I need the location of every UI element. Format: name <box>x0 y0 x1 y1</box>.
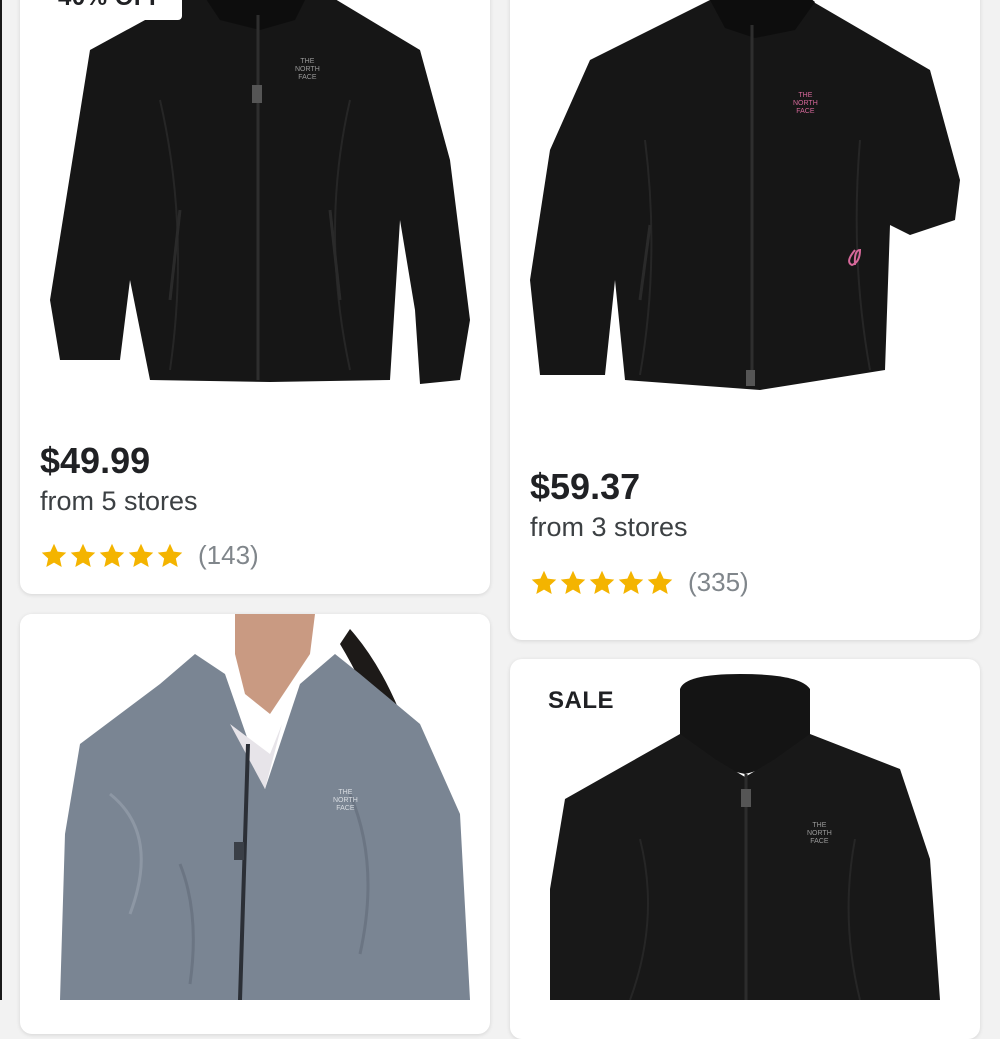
brand-logo: THE NORTH FACE <box>333 789 358 813</box>
star-icon <box>589 570 615 594</box>
rating: (143) <box>40 540 259 571</box>
logo-line: THE <box>798 92 813 99</box>
star-icon <box>560 570 586 594</box>
star-icon <box>618 570 644 594</box>
product-card-3[interactable]: THE NORTH FACE <box>20 614 490 1034</box>
star-rating <box>530 569 674 597</box>
logo-line: FACE <box>810 838 829 845</box>
brand-logo: THE NORTH FACE <box>295 58 320 82</box>
logo-line: NORTH <box>793 100 818 107</box>
star-icon <box>70 543 96 567</box>
product-image-black-fleece-jacket-pink-logo[interactable] <box>510 0 980 410</box>
logo-line: THE <box>338 789 353 796</box>
store-count: from 5 stores <box>40 486 198 516</box>
discount-badge: 40% OFF <box>40 0 183 20</box>
rating: (335) <box>530 567 749 598</box>
brand-logo: THE NORTH FACE <box>793 92 818 116</box>
product-image-black-fleece-jacket[interactable] <box>20 0 490 400</box>
logo-line: NORTH <box>333 797 358 804</box>
logo-line: THE <box>300 58 315 65</box>
star-icon <box>128 543 154 567</box>
brand-logo: THE NORTH FACE <box>807 822 832 846</box>
star-icon <box>157 543 183 567</box>
logo-line: FACE <box>796 108 815 115</box>
product-card-2[interactable]: THE NORTH FACE $59.37 from 3 stores (335… <box>510 0 980 640</box>
logo-line: FACE <box>298 74 317 81</box>
sale-badge: SALE <box>530 679 633 723</box>
review-count: (335) <box>688 567 749 597</box>
logo-line: THE <box>812 822 827 829</box>
star-icon <box>647 570 673 594</box>
screen-edge <box>0 0 2 1000</box>
store-count: from 3 stores <box>530 512 688 542</box>
logo-line: NORTH <box>295 66 320 73</box>
product-card-4[interactable]: SALE THE NORTH FACE <box>510 659 980 1039</box>
logo-line: NORTH <box>807 830 832 837</box>
star-icon <box>99 543 125 567</box>
star-icon <box>531 570 557 594</box>
review-count: (143) <box>198 540 259 570</box>
product-price: $49.99 <box>40 440 151 481</box>
product-price: $59.37 <box>530 466 641 507</box>
star-rating <box>40 542 184 570</box>
product-image-grey-fleece-jacket-model[interactable] <box>20 614 490 1000</box>
star-icon <box>41 543 67 567</box>
logo-line: FACE <box>336 805 355 812</box>
product-card-1[interactable]: 40% OFF THE NORTH FACE $49.99 from 5 sto… <box>20 0 490 594</box>
